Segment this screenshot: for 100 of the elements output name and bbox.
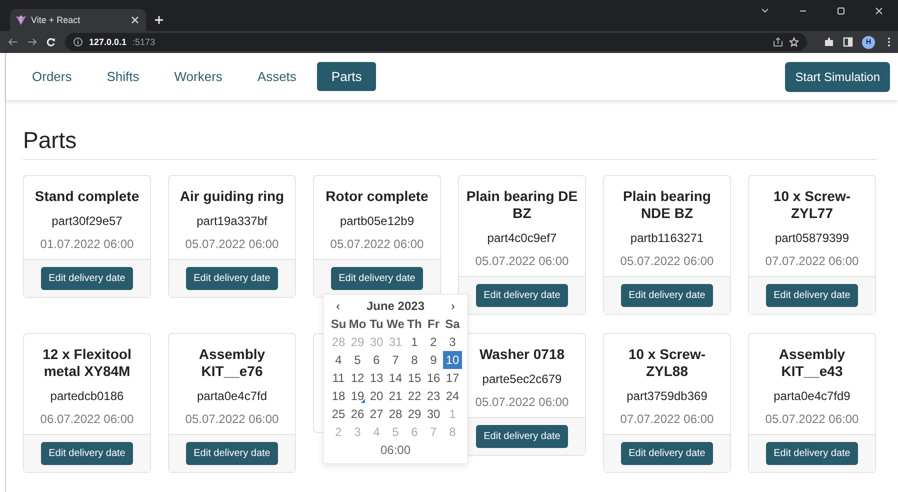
part-id: part4c0c9ef7 [487,231,557,245]
calendar-day[interactable]: 16 [424,369,443,387]
edit-delivery-date-button[interactable]: Edit delivery date [620,284,714,307]
nav-tab[interactable]: Orders [18,62,86,91]
part-name: Stand complete [34,188,140,205]
part-id: partedcb0186 [50,389,124,403]
part-name: Assembly KIT__e76 [198,346,266,380]
part-id: partb05e12b9 [340,214,414,228]
calendar-day[interactable]: 18 [329,387,348,405]
calendar-day[interactable]: 8 [405,351,424,369]
calendar-day[interactable]: 24 [443,387,462,405]
calendar-day[interactable]: 5 [348,351,367,369]
calendar-day[interactable]: 29 [405,405,424,423]
reload-icon[interactable] [46,37,56,47]
calendar-day[interactable]: 26 [348,405,367,423]
nav-tab[interactable]: Assets [243,62,310,91]
delivery-date: 05.07.2022 06:00 [475,254,569,268]
start-simulation-button[interactable]: Start Simulation [785,62,890,92]
part-id: part19a337bf [196,214,268,228]
calendar-day[interactable]: 28 [386,405,405,423]
edit-delivery-date-button[interactable]: Edit delivery date [476,284,568,307]
delivery-date: 07.07.2022 06:00 [620,412,714,426]
close-icon[interactable] [874,6,884,16]
nav-tab[interactable]: Workers [160,62,236,91]
star-icon[interactable] [789,37,799,47]
forward-arrow-icon[interactable] [27,37,37,47]
calendar-day[interactable]: 2 [424,333,443,351]
part-name: Washer 0718 [479,346,565,363]
delivery-date: 05.07.2022 06:00 [330,237,424,251]
weekday-label: Mo [348,316,367,333]
page-heading: Parts [23,127,877,160]
calendar-day[interactable]: 10 [443,351,462,369]
weekday-label: Fr [426,316,440,333]
tab-title: Vite + React [31,15,82,25]
back-arrow-icon[interactable] [8,37,18,47]
weekday-label: We [386,316,405,333]
weekday-label: Su [330,316,348,333]
calendar-day[interactable]: 4 [329,351,348,369]
part-name: Plain bearing DE BZ [465,188,579,222]
part-name: Air guiding ring [180,188,284,205]
close-icon[interactable] [130,15,140,25]
calendar-day[interactable]: 12 [348,369,367,387]
calendar-day[interactable]: 6 [367,351,386,369]
calendar-day[interactable]: 30 [424,405,443,423]
edit-delivery-date-button[interactable]: Edit delivery date [766,284,858,307]
next-month-button[interactable]: › [450,299,455,313]
edit-delivery-date-button[interactable]: Edit delivery date [620,442,714,465]
edit-delivery-date-button[interactable]: Edit delivery date [40,442,134,465]
part-name: Assembly KIT__e43 [778,346,846,380]
part-id: parta0e4c7fd9 [774,389,850,403]
url-host: 127.0.0.1 [89,37,127,47]
info-icon[interactable] [73,37,83,47]
edit-delivery-date-button[interactable]: Edit delivery date [186,267,278,290]
delivery-date: 05.07.2022 06:00 [185,237,279,251]
calendar-day[interactable]: 22 [405,387,424,405]
part-id: partb1163271 [630,231,704,245]
calendar-day[interactable]: 7 [386,351,405,369]
edit-delivery-date-button[interactable]: Edit delivery date [476,425,568,448]
calendar-day[interactable]: 25 [329,405,348,423]
nav-tab[interactable]: Shifts [92,62,154,91]
previous-month-button[interactable]: ‹ [336,299,340,313]
calendar-day[interactable]: 27 [367,405,386,423]
edit-delivery-date-button[interactable]: Edit delivery date [766,442,858,465]
calendar-day[interactable]: 19 [348,387,367,405]
maximize-icon[interactable] [836,6,846,16]
calendar-day[interactable]: 17 [443,369,462,387]
calendar-day[interactable]: 23 [424,387,443,405]
edit-delivery-date-button[interactable]: Edit delivery date [40,267,134,290]
time-option[interactable]: 06:00 [330,443,461,457]
calendar-day[interactable]: 1 [405,333,424,351]
delivery-date: 06.07.2022 06:00 [40,412,134,426]
calendar-day[interactable]: 9 [424,351,443,369]
side-panel-icon[interactable] [843,37,853,47]
edit-delivery-date-button[interactable]: Edit delivery date [186,442,278,465]
delivery-date: 05.07.2022 06:00 [620,254,714,268]
calendar-day[interactable]: 13 [367,369,386,387]
address-bar[interactable]: 127.0.0.1 :5173 [65,33,807,51]
part-id: part3759db369 [626,389,708,403]
delivery-date: 05.07.2022 06:00 [185,412,279,426]
bolt-logo-icon [16,15,26,25]
part-id: part30f29e57 [52,214,122,228]
calendar-day[interactable]: 3 [443,333,462,351]
nav-tab[interactable]: Parts [317,62,376,91]
calendar-day[interactable]: 20 [367,387,386,405]
new-tab-icon[interactable] [154,15,164,25]
part-name: 10 x Screw-ZYL88 [627,346,707,380]
weekday-label: Th [406,316,423,333]
part-id: parta0e4c7fd [196,389,268,403]
month-title: June 2023 [366,299,425,313]
part-name: Plain bearing NDE BZ [622,188,712,222]
calendar-day[interactable]: 14 [386,369,405,387]
url-port: :5173 [132,37,156,47]
share-icon[interactable] [773,37,783,47]
edit-delivery-date-button[interactable]: Edit delivery date [330,267,424,290]
calendar-day[interactable]: 11 [329,369,348,387]
calendar-day[interactable]: 21 [386,387,405,405]
calendar-day[interactable]: 15 [405,369,424,387]
browser-tab[interactable]: Vite + React [10,9,146,31]
weekday-label: Tu [368,316,384,333]
part-name: Rotor complete [326,188,428,205]
